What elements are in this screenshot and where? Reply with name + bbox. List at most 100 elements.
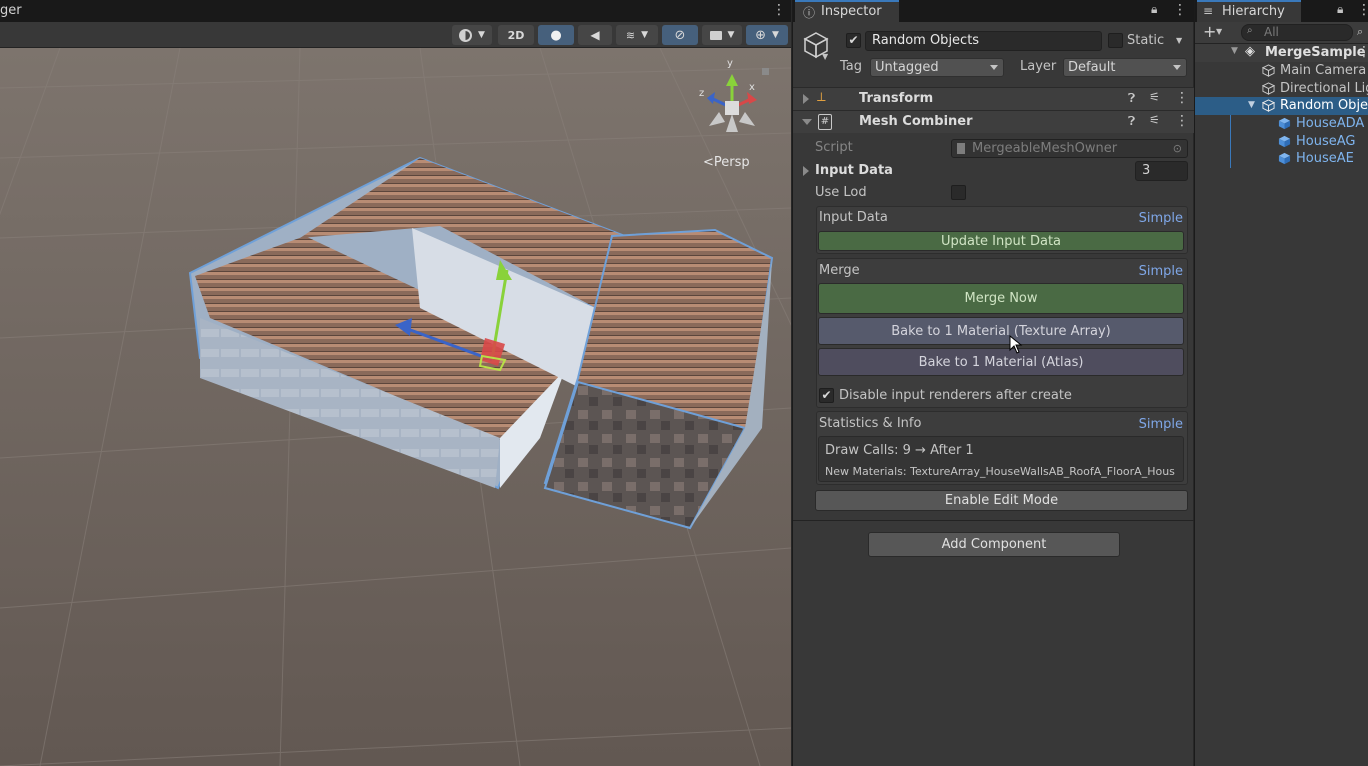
- lock-icon[interactable]: 🔒︎: [1151, 2, 1157, 17]
- collapse-arrow-icon[interactable]: ▼: [1248, 100, 1255, 110]
- hierarchy-item-houseag[interactable]: HouseAG: [1195, 133, 1368, 151]
- mesh-combiner-component-header[interactable]: # Mesh Combiner ❓︎ ⚟ ⋮: [793, 110, 1194, 133]
- presets-sliders-icon[interactable]: ⚟: [1149, 113, 1160, 127]
- create-plus-icon[interactable]: +: [1203, 22, 1216, 41]
- hierarchy-item-main-camera[interactable]: Main Camera: [1195, 62, 1368, 80]
- input-data-simple-link[interactable]: Simple: [1139, 211, 1183, 226]
- chevron-down-icon[interactable]: ▼: [1216, 27, 1222, 36]
- hierarchy-item-label: HouseADA: [1296, 116, 1365, 131]
- static-label: Static: [1127, 33, 1165, 48]
- scene-kebab-icon[interactable]: ⋮: [1357, 44, 1368, 60]
- merge-simple-link[interactable]: Simple: [1139, 264, 1183, 279]
- gizmos-dropdown[interactable]: ⊕ ▼: [746, 25, 788, 45]
- hierarchy-item-directional-light[interactable]: Directional Light: [1195, 80, 1368, 98]
- use-lod-checkbox[interactable]: [951, 185, 966, 200]
- tree-line: [1230, 150, 1231, 168]
- effects-dropdown[interactable]: ≋ ▼: [616, 25, 658, 45]
- hierarchy-toolbar: + ▼ ⌕ All ⌕: [1195, 22, 1368, 44]
- scene-kebab-menu-icon[interactable]: ⋮: [772, 2, 786, 18]
- toggle-2d-button[interactable]: 2D: [498, 25, 534, 45]
- component-kebab-icon[interactable]: ⋮: [1175, 90, 1189, 106]
- gizmo-z-label: z: [699, 88, 705, 99]
- active-checkbox[interactable]: ✔: [846, 33, 861, 48]
- add-component-button[interactable]: Add Component: [868, 532, 1120, 557]
- hierarchy-item-label: HouseAG: [1296, 134, 1356, 149]
- hierarchy-tab-bar: ≡ Hierarchy 🔒︎ ⋮: [1195, 0, 1368, 22]
- inspector-tab-bar: ⓘ Inspector 🔒︎ ⋮: [793, 0, 1194, 22]
- expand-arrow-icon[interactable]: [803, 94, 809, 104]
- scene-visibility-toggle[interactable]: ⊘: [662, 25, 698, 45]
- hierarchy-search-input[interactable]: ⌕ All: [1241, 24, 1353, 41]
- layers-icon: ≋: [625, 28, 636, 42]
- tab-hierarchy-label: Hierarchy: [1222, 4, 1285, 19]
- eye-slash-icon: ⊘: [674, 27, 686, 43]
- merge-now-button[interactable]: Merge Now: [818, 283, 1184, 314]
- inspector-kebab-menu-icon[interactable]: ⋮: [1173, 2, 1187, 18]
- tag-dropdown[interactable]: Untagged: [870, 58, 1004, 77]
- scene-name: MergeSample: [1265, 45, 1366, 60]
- hierarchy-kebab-menu-icon[interactable]: ⋮: [1357, 2, 1368, 18]
- merge-section-title: Merge: [819, 263, 860, 278]
- enable-edit-mode-button[interactable]: Enable Edit Mode: [815, 490, 1188, 511]
- gizmo-lock-icon[interactable]: [762, 68, 769, 75]
- input-data-section: Input Data Simple Update Input Data: [816, 206, 1188, 254]
- shading-mode-dropdown[interactable]: ▼: [452, 25, 492, 45]
- audio-toggle-button[interactable]: ◀: [578, 25, 612, 45]
- hierarchy-item-random-objects[interactable]: ▼ Random Objects: [1195, 97, 1368, 115]
- scene-row[interactable]: ▼ ◈ MergeSample ⋮: [1195, 44, 1368, 62]
- help-icon[interactable]: ❓︎: [1128, 91, 1135, 106]
- transform-title: Transform: [859, 91, 934, 106]
- statistics-section-title: Statistics & Info: [819, 416, 922, 431]
- orientation-gizmo[interactable]: [695, 70, 770, 140]
- statistics-simple-link[interactable]: Simple: [1139, 417, 1183, 432]
- shading-sphere-icon: [459, 28, 473, 42]
- static-checkbox[interactable]: [1108, 33, 1123, 48]
- collapse-arrow-icon[interactable]: ▼: [1231, 46, 1238, 56]
- inspector-panel: ⓘ Inspector 🔒︎ ⋮ ▼ ✔ Random Objects Stat…: [792, 0, 1194, 766]
- info-icon: ⓘ: [803, 6, 816, 20]
- help-icon[interactable]: ❓︎: [1128, 114, 1135, 129]
- chevron-down-icon: ▼: [727, 30, 735, 40]
- input-data-count-field[interactable]: 3: [1135, 161, 1188, 181]
- scene-tab-title[interactable]: ger: [0, 3, 22, 18]
- static-dropdown-caret[interactable]: ▼: [1176, 36, 1182, 45]
- camera-settings-dropdown[interactable]: ▼: [702, 25, 742, 45]
- tab-inspector-label: Inspector: [821, 4, 882, 19]
- gizmo-x-label: x: [749, 82, 755, 93]
- prefab-cube-icon: [1278, 152, 1291, 165]
- presets-sliders-icon[interactable]: ⚟: [1149, 90, 1160, 104]
- input-data-label[interactable]: Input Data: [815, 163, 893, 178]
- scene-view[interactable]: ger ⋮ ▼ 2D ● ◀ ≋ ▼ ⊘ ▼ ⊕ ▼ y x z <Persp: [0, 0, 791, 766]
- icon-dropdown-caret: ▼: [822, 52, 829, 61]
- search-icon: ⌕: [1247, 25, 1253, 36]
- input-data-expand-icon[interactable]: [803, 166, 809, 176]
- tab-hierarchy[interactable]: ≡ Hierarchy: [1197, 0, 1301, 22]
- unity-scene-icon: ◈: [1245, 44, 1255, 59]
- tree-line: [1230, 133, 1231, 151]
- projection-toggle[interactable]: <Persp: [703, 155, 750, 170]
- gameobject-icon: [1262, 64, 1275, 77]
- object-picker-icon: ⊙: [1172, 142, 1182, 155]
- gameobject-icon: [1262, 99, 1275, 112]
- collapse-arrow-icon[interactable]: [802, 119, 812, 125]
- bake-texture-array-button[interactable]: Bake to 1 Material (Texture Array): [818, 317, 1184, 345]
- chevron-down-icon: ▼: [641, 30, 649, 40]
- search-filter-icon[interactable]: ⌕: [1357, 25, 1363, 39]
- lock-icon[interactable]: 🔒︎: [1337, 2, 1343, 17]
- hierarchy-item-houseada[interactable]: HouseADA: [1195, 115, 1368, 133]
- statistics-box: Draw Calls: 9 → After 1 New Materials: T…: [818, 436, 1184, 482]
- object-name-field[interactable]: Random Objects: [865, 31, 1102, 51]
- update-input-data-button[interactable]: Update Input Data: [818, 231, 1184, 251]
- search-placeholder: All: [1264, 25, 1279, 39]
- gameobject-icon: [1262, 82, 1275, 95]
- transform-component-header[interactable]: ⟂ Transform ❓︎ ⚟ ⋮: [793, 87, 1194, 110]
- layer-dropdown[interactable]: Default: [1063, 58, 1187, 77]
- tab-inspector[interactable]: ⓘ Inspector: [795, 0, 899, 22]
- bake-atlas-button[interactable]: Bake to 1 Material (Atlas): [818, 348, 1184, 376]
- disable-renderers-checkbox[interactable]: ✔: [819, 388, 834, 403]
- component-kebab-icon[interactable]: ⋮: [1175, 113, 1189, 129]
- chevron-down-icon: ▼: [771, 30, 779, 40]
- lighting-toggle-button[interactable]: ●: [538, 25, 574, 45]
- globe-icon: ⊕: [755, 27, 766, 43]
- hierarchy-item-houseae[interactable]: HouseAE: [1195, 150, 1368, 168]
